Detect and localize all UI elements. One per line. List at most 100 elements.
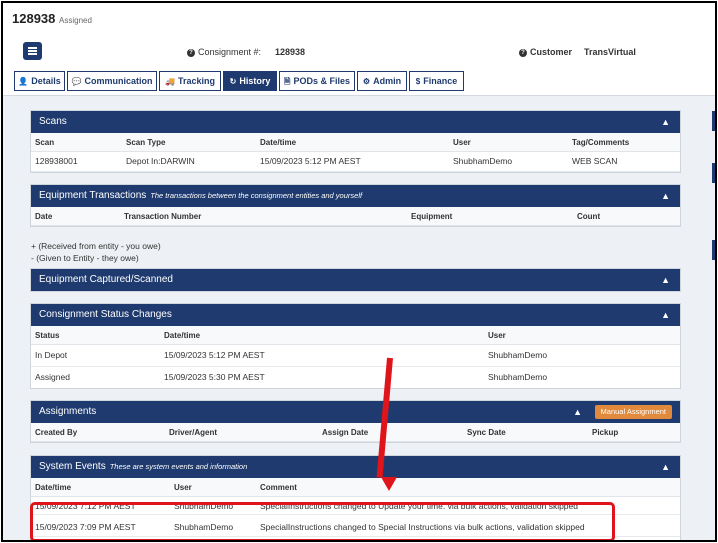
header-bar: 128938 Assigned ? Consignment #: 128938 ?… <box>3 3 715 101</box>
chevron-up-icon[interactable]: ▲ <box>573 401 582 423</box>
tab-pods-files[interactable]: 🗎 PODs & Files <box>279 71 355 91</box>
system-events-header[interactable]: System Events These are system events and… <box>31 456 680 478</box>
tab-label: PODs & Files <box>293 76 350 86</box>
given-note: - (Given to Entity - they owe) <box>31 253 139 263</box>
consignment-number-value: 128938 <box>275 47 306 57</box>
help-icon[interactable]: ? <box>519 49 527 57</box>
table-cell: ShubhamDemo <box>488 372 548 382</box>
help-icon[interactable]: ? <box>187 49 195 57</box>
chevron-up-icon[interactable]: ▲ <box>661 304 670 326</box>
table-cell: Assigned <box>35 372 70 382</box>
manual-assignment-button[interactable]: Manual Assignment <box>594 405 672 419</box>
column-header: User <box>488 331 506 340</box>
column-header: Sync Date <box>467 428 506 437</box>
table-row[interactable]: Assigned 15/09/2023 5:30 PM AEST Shubham… <box>31 367 680 389</box>
chevron-up-icon[interactable]: ▲ <box>661 111 670 133</box>
equipment-transactions-panel: Equipment Transactions The transactions b… <box>30 184 681 227</box>
equipment-captured-header[interactable]: Equipment Captured/Scanned ▲ <box>31 269 680 291</box>
table-header: Created By Driver/Agent Assign Date Sync… <box>31 423 680 442</box>
side-panel-edge <box>712 111 715 131</box>
column-header: Count <box>577 212 601 221</box>
scans-header[interactable]: Scans ▲ <box>31 111 680 133</box>
document-icon: 🗎 <box>284 77 291 86</box>
panel-title: System Events <box>39 461 106 472</box>
panel-subtitle: These are system events and information <box>109 462 248 471</box>
column-header: Pickup <box>592 428 619 437</box>
assignments-panel: Assignments ▲ Manual Assignment Created … <box>30 400 681 443</box>
table-cell: In Depot <box>35 350 68 360</box>
column-header: Status <box>35 331 60 340</box>
column-header: Tag/Comments <box>572 138 630 147</box>
table-cell: 15/09/2023 5:12 PM AEST <box>260 156 361 166</box>
truck-icon: 🚚 <box>165 77 175 86</box>
equipment-transactions-header[interactable]: Equipment Transactions The transactions b… <box>31 185 680 207</box>
table-cell: 128938001 <box>35 156 78 166</box>
table-row[interactable]: In Depot 15/09/2023 5:12 PM AEST Shubham… <box>31 345 680 367</box>
customer-label: ? Customer <box>519 47 572 57</box>
chevron-up-icon[interactable]: ▲ <box>661 185 670 207</box>
menu-button[interactable] <box>23 42 42 60</box>
column-header: Assign Date <box>322 428 369 437</box>
tab-label: Communication <box>84 76 153 86</box>
table-cell: 15/09/2023 5:12 PM AEST <box>164 350 265 360</box>
tab-label: Tracking <box>177 76 215 86</box>
column-header: Date <box>35 212 53 221</box>
tab-tracking[interactable]: 🚚 Tracking <box>159 71 221 91</box>
table-header: Date Transaction Number Equipment Count <box>31 207 680 226</box>
tab-communication[interactable]: 💬 Communication <box>67 71 157 91</box>
panel-title: Equipment Captured/Scanned <box>39 274 173 285</box>
table-row[interactable]: 128938001 Depot In:DARWIN 15/09/2023 5:1… <box>31 152 680 172</box>
assignments-header[interactable]: Assignments ▲ Manual Assignment <box>31 401 680 423</box>
status-changes-header[interactable]: Consignment Status Changes ▲ <box>31 304 680 326</box>
side-panel-edge <box>712 240 715 260</box>
table-cell: 15/09/2023 5:30 PM AEST <box>164 372 265 382</box>
status-changes-panel: Consignment Status Changes ▲ Status Date… <box>30 303 681 389</box>
tab-label: Admin <box>373 76 402 86</box>
consignment-label-text: Consignment #: <box>198 47 262 57</box>
column-header: Equipment <box>411 212 453 221</box>
customer-label-text: Customer <box>530 47 573 57</box>
table-cell: Depot In:DARWIN <box>126 156 195 166</box>
user-icon: 👤 <box>18 77 29 86</box>
equipment-captured-panel: Equipment Captured/Scanned ▲ <box>30 268 681 292</box>
tab-admin[interactable]: ⚙ Admin <box>357 71 407 91</box>
column-header: Date/time <box>260 138 297 147</box>
column-header: User <box>453 138 471 147</box>
scans-panel: Scans ▲ Scan Scan Type Date/time User Ta… <box>30 110 681 173</box>
column-header: Scan Type <box>126 138 166 147</box>
column-header: Created By <box>35 428 78 437</box>
panel-title: Consignment Status Changes <box>39 309 172 320</box>
chevron-up-icon[interactable]: ▲ <box>661 269 670 291</box>
consignment-number-label: ? Consignment #: <box>187 47 261 57</box>
table-cell: ShubhamDemo <box>453 156 513 166</box>
consignment-status: Assigned <box>59 16 92 25</box>
annotation-arrow-head <box>381 477 397 491</box>
column-header: Transaction Number <box>124 212 202 221</box>
customer-value: TransVirtual <box>584 47 636 57</box>
tab-finance[interactable]: $ Finance <box>409 71 464 91</box>
column-header: Driver/Agent <box>169 428 218 437</box>
tab-label: Details <box>31 76 61 86</box>
table-cell: WEB SCAN <box>572 156 618 166</box>
tab-history[interactable]: ↻ History <box>223 71 277 91</box>
tab-label: Finance <box>423 76 458 86</box>
received-note: + (Received from entity - you owe) <box>31 241 161 251</box>
side-panel-edge <box>712 163 715 183</box>
chevron-up-icon[interactable]: ▲ <box>661 456 670 478</box>
window-frame: 128938 Assigned ? Consignment #: 128938 ?… <box>1 1 717 542</box>
panel-title: Equipment Transactions <box>39 190 147 201</box>
dollar-icon: $ <box>415 77 421 86</box>
history-icon: ↻ <box>229 77 237 86</box>
tab-details[interactable]: 👤 Details <box>14 71 65 91</box>
gear-icon: ⚙ <box>362 77 371 86</box>
panel-subtitle: The transactions between the consignment… <box>150 191 363 200</box>
hamburger-icon-bar <box>28 50 37 52</box>
panel-title: Scans <box>39 116 67 127</box>
consignment-id: 128938 <box>12 11 56 26</box>
tab-label: History <box>239 76 271 86</box>
hamburger-icon-bar <box>28 53 37 55</box>
hamburger-icon <box>28 47 37 49</box>
annotation-highlight-box <box>30 502 615 540</box>
column-header: Date/time <box>164 331 201 340</box>
table-header: Scan Scan Type Date/time User Tag/Commen… <box>31 133 680 152</box>
